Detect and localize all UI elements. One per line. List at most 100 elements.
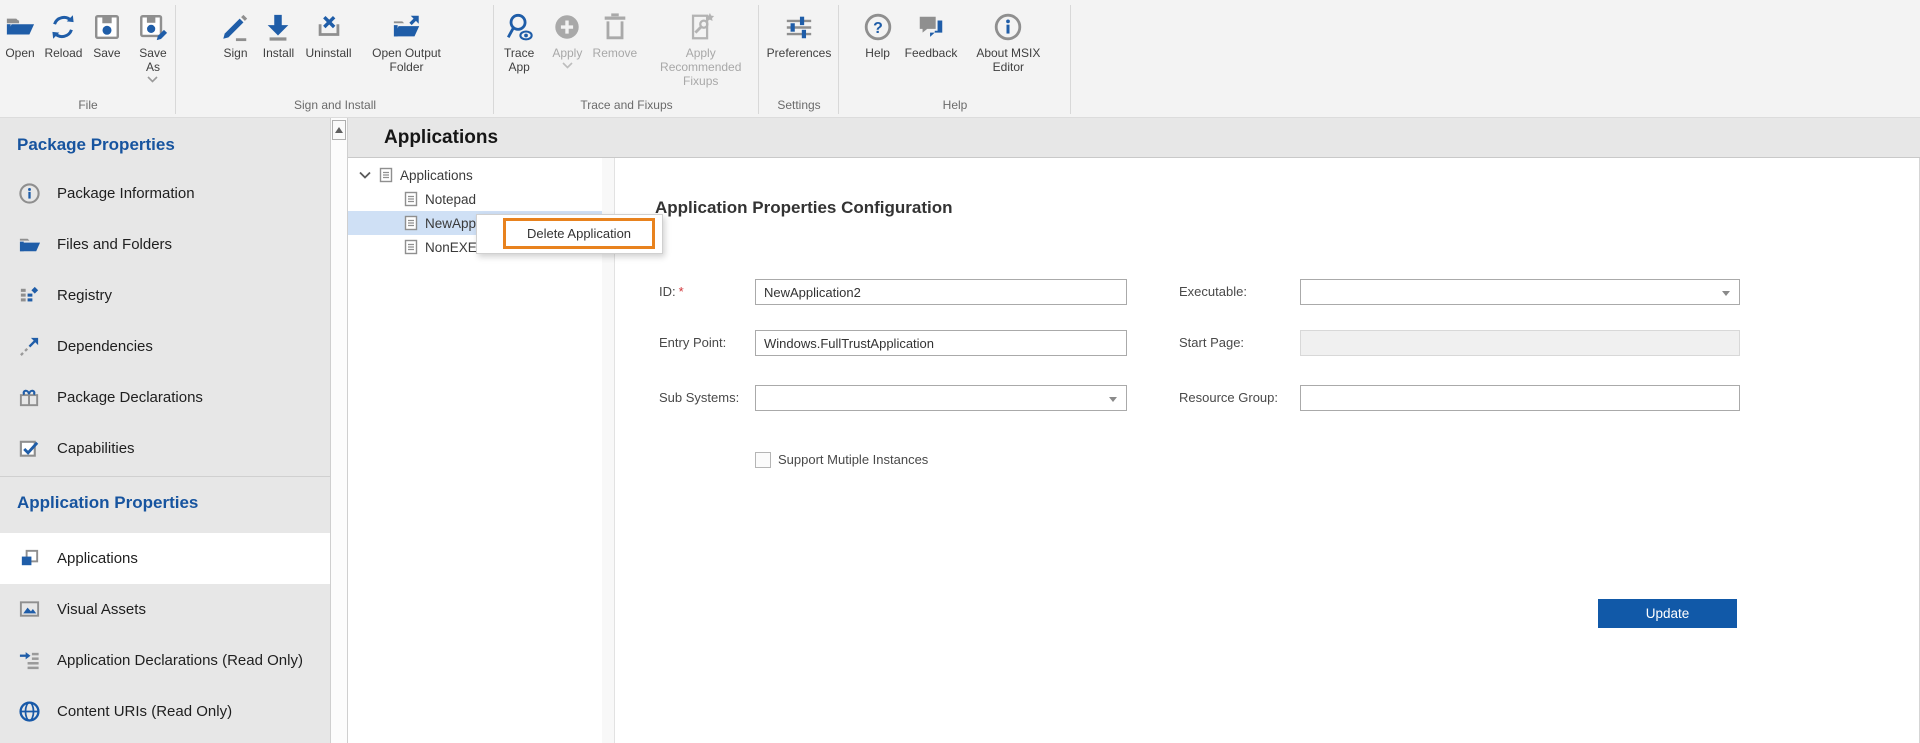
button-label: Help — [865, 46, 890, 60]
preferences-button[interactable]: Preferences — [763, 4, 836, 62]
scrollbar-up-button[interactable] — [332, 120, 346, 140]
info-circle-icon — [19, 183, 40, 204]
document-icon — [379, 167, 393, 183]
support-multiple-instances-checkbox[interactable] — [755, 452, 771, 468]
feedback-button[interactable]: Feedback — [901, 4, 962, 62]
sidebar-item-content-uris[interactable]: Content URIs (Read Only) — [0, 686, 330, 737]
ribbon-group-label: Sign and Install — [293, 98, 377, 112]
uninstall-icon — [318, 15, 339, 36]
apply-recommended-fixups-button[interactable]: Apply Recommended Fixups — [642, 4, 759, 90]
ribbon-group-trace-and-fixups: Trace App Apply Remove Apply Recommended… — [494, 0, 759, 117]
save-icon — [94, 15, 119, 39]
tree-item-label: Notepad — [425, 191, 477, 207]
package-properties-heading: Package Properties — [17, 135, 175, 154]
required-asterisk: * — [678, 284, 684, 299]
main-area: Package Properties Package Information F… — [0, 118, 1920, 743]
checkbox-check-icon — [19, 440, 39, 457]
sidebar-scrollbar[interactable] — [330, 118, 348, 743]
sign-pencil-icon — [223, 14, 248, 42]
svg-text:?: ? — [873, 20, 883, 37]
button-label: Save — [93, 46, 121, 60]
preferences-sliders-icon — [786, 16, 812, 39]
chevron-down-icon — [359, 171, 371, 179]
sidebar-item-capabilities[interactable]: Capabilities — [0, 423, 330, 474]
sidebar-item-package-information[interactable]: Package Information — [0, 168, 330, 219]
combo-arrow-icon — [1722, 291, 1730, 296]
ribbon-group-label: Help — [942, 98, 968, 112]
navigation-sidebar: Package Properties Package Information F… — [0, 118, 330, 743]
about-msix-editor-button[interactable]: About MSIX Editor — [964, 4, 1052, 76]
delete-application-menu-item[interactable]: Delete Application — [503, 218, 655, 249]
entry-point-input[interactable] — [755, 330, 1127, 356]
sidebar-item-files-and-folders[interactable]: Files and Folders — [0, 219, 330, 270]
save-as-button[interactable]: Save As — [130, 4, 176, 85]
button-label: Remove — [592, 46, 638, 60]
tree-context-menu: Delete Application — [476, 214, 663, 254]
remove-button[interactable]: Remove — [590, 4, 639, 62]
open-output-folder-button[interactable]: Open Output Folder — [359, 4, 455, 76]
trace-app-button[interactable]: Trace App — [494, 4, 544, 76]
tree-item-notepad[interactable]: Notepad — [348, 187, 602, 211]
sidebar-item-registry[interactable]: Registry — [0, 270, 330, 321]
application-properties-heading: Application Properties — [17, 493, 199, 512]
executable-label: Executable: — [1179, 284, 1247, 299]
sidebar-item-label: Application Declarations (Read Only) — [57, 652, 303, 669]
sidebar-item-label: Package Information — [57, 185, 195, 202]
resource-group-label: Resource Group: — [1179, 390, 1278, 405]
button-label: Feedback — [904, 46, 958, 60]
button-label: Open Output Folder — [372, 46, 441, 75]
apply-plus-icon — [555, 15, 580, 39]
folder-icon — [19, 238, 41, 252]
reload-icon — [52, 15, 75, 39]
gift-box-icon — [19, 389, 39, 407]
document-icon — [404, 215, 418, 231]
sidebar-item-visual-assets[interactable]: Visual Assets — [0, 584, 330, 635]
sidebar-item-dependencies[interactable]: Dependencies — [0, 321, 330, 372]
sidebar-item-applications[interactable]: Applications — [0, 533, 330, 584]
ribbon-group-label: File — [78, 98, 98, 112]
ribbon-toolbar: Open Reload Save Save As File Sign Insta… — [0, 0, 1920, 118]
content-header: Applications — [348, 118, 1920, 158]
sign-button[interactable]: Sign — [215, 4, 255, 62]
ribbon-group-label: Settings — [777, 98, 821, 112]
dependencies-arrow-icon — [20, 337, 39, 356]
sidebar-item-package-declarations[interactable]: Package Declarations — [0, 372, 330, 423]
sub-systems-label: Sub Systems: — [659, 390, 740, 405]
sidebar-item-label: Applications — [57, 550, 138, 567]
sidebar-item-label: Capabilities — [57, 440, 135, 457]
application-properties-form: Application Properties Configuration ID:… — [615, 158, 1919, 743]
checkbox-label: Support Mutiple Instances — [778, 452, 929, 467]
button-label: Sign — [223, 46, 248, 60]
chevron-down-icon — [147, 76, 159, 83]
sub-systems-combobox[interactable] — [755, 385, 1127, 411]
apply-button[interactable]: Apply — [547, 4, 587, 71]
sidebar-item-label: Dependencies — [57, 338, 153, 355]
button-label: Install — [262, 46, 295, 60]
ribbon-group-sign-and-install: Sign Install Uninstall Open Output Folde… — [176, 0, 494, 117]
start-page-input — [1300, 330, 1740, 356]
document-icon — [404, 191, 418, 207]
update-button[interactable]: Update — [1598, 599, 1737, 628]
sidebar-item-label: Files and Folders — [57, 236, 173, 253]
help-button[interactable]: ? Help — [858, 4, 898, 62]
ribbon-group-file: Open Reload Save Save As File — [0, 0, 176, 117]
button-label: Open — [5, 46, 35, 60]
chevron-down-icon — [562, 62, 573, 69]
button-label: Trace App — [504, 46, 535, 75]
button-label: Preferences — [766, 46, 832, 60]
id-input[interactable] — [755, 279, 1127, 305]
sidebar-item-label: Content URIs (Read Only) — [57, 703, 233, 720]
reload-button[interactable]: Reload — [43, 4, 84, 62]
help-question-icon: ? — [864, 13, 891, 41]
open-button[interactable]: Open — [0, 4, 40, 62]
uninstall-button[interactable]: Uninstall — [301, 4, 355, 62]
content-area: Applications Applications Notepad NonEXE… — [348, 118, 1920, 743]
tree-root-applications[interactable]: Applications — [348, 163, 602, 187]
save-button[interactable]: Save — [87, 4, 127, 62]
install-button[interactable]: Install — [258, 4, 298, 62]
page-title: Applications — [384, 126, 499, 148]
sidebar-item-application-declarations[interactable]: Application Declarations (Read Only) — [0, 635, 330, 686]
executable-combobox[interactable] — [1300, 279, 1740, 305]
button-label: Save As — [139, 46, 167, 75]
resource-group-input[interactable] — [1300, 385, 1740, 411]
